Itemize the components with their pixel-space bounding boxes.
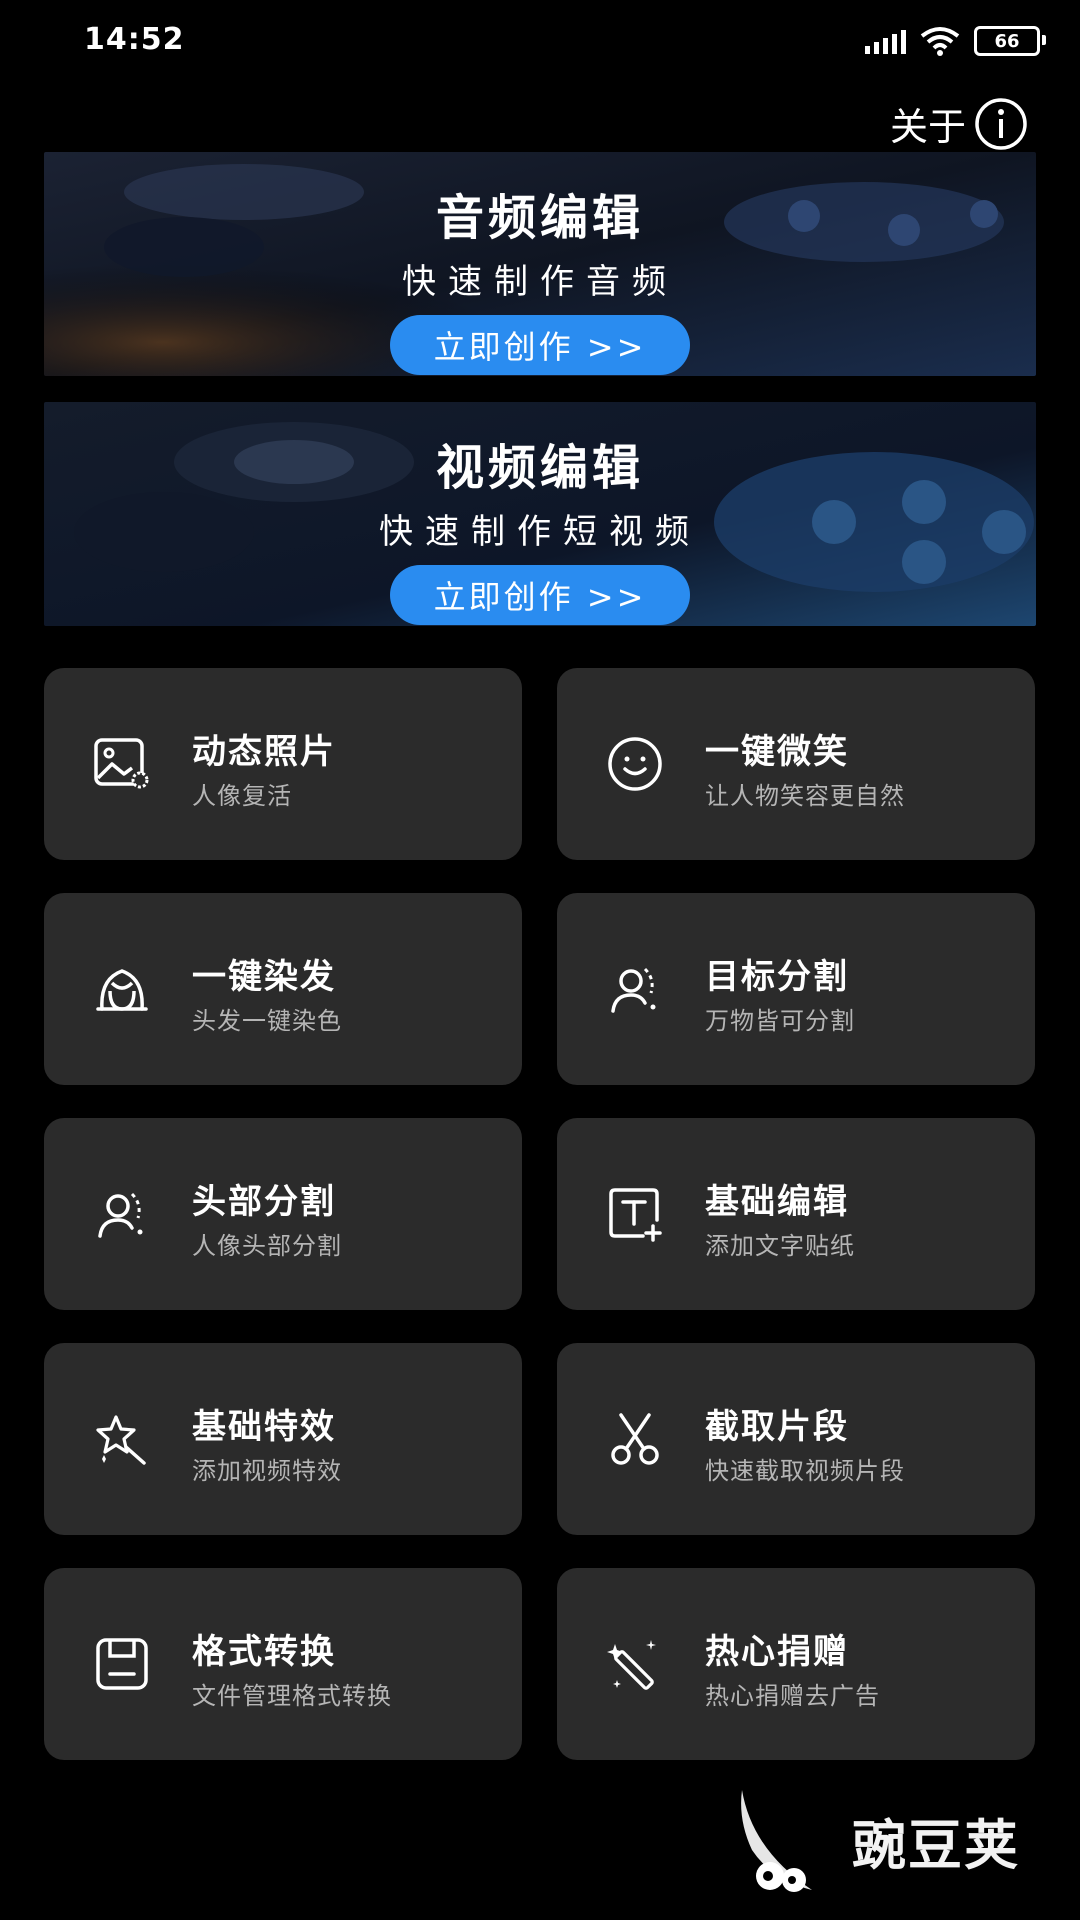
banner-subtitle: 快速制作短视频 — [379, 512, 701, 552]
feature-card-head-segment[interactable]: 头部分割 人像头部分割 — [44, 1118, 522, 1310]
banner-subtitle: 快速制作音频 — [402, 262, 678, 302]
feature-card-object-segment[interactable]: 目标分割 万物皆可分割 — [557, 893, 1035, 1085]
hair-icon — [96, 969, 148, 1011]
battery-icon: 66 — [974, 26, 1046, 56]
info-icon — [975, 97, 1027, 150]
feature-title: 一键微笑 — [705, 732, 849, 772]
battery-level: 66 — [994, 30, 1020, 52]
feature-subtitle: 人像头部分割 — [192, 1232, 342, 1260]
feature-card-hair-dye[interactable]: 一键染发 头发一键染色 — [44, 893, 522, 1085]
feature-title: 热心捐赠 — [705, 1632, 849, 1672]
smile-icon — [608, 737, 662, 791]
audio-edit-banner[interactable]: 音频编辑 快速制作音频 立即创作 >> — [44, 152, 1036, 376]
feature-title: 格式转换 — [192, 1632, 336, 1672]
about-label: 关于 — [889, 105, 966, 149]
about-button[interactable]: 关于 — [890, 96, 1028, 151]
feature-title: 头部分割 — [192, 1182, 336, 1222]
pea-pod-logo-icon — [741, 1790, 812, 1892]
person-segment-icon — [611, 967, 656, 1013]
feature-subtitle: 让人物笑容更自然 — [705, 782, 905, 810]
magic-wand-icon — [607, 1640, 656, 1690]
banner-title: 音频编辑 — [435, 190, 644, 246]
feature-card-clip[interactable]: 截取片段 快速截取视频片段 — [557, 1343, 1035, 1535]
feature-subtitle: 添加视频特效 — [192, 1457, 342, 1485]
feature-card-format-convert[interactable]: 格式转换 文件管理格式转换 — [44, 1568, 522, 1760]
magic-star-icon — [96, 1415, 146, 1465]
feature-card-smile[interactable]: 一键微笑 让人物笑容更自然 — [557, 668, 1035, 860]
feature-subtitle: 人像复活 — [192, 782, 292, 810]
feature-title: 基础特效 — [192, 1407, 336, 1447]
photo-icon — [94, 738, 149, 789]
video-edit-banner[interactable]: 视频编辑 快速制作短视频 立即创作 >> — [44, 402, 1036, 626]
feature-card-basic-effects[interactable]: 基础特效 添加视频特效 — [44, 1343, 522, 1535]
feature-card-basic-edit[interactable]: 基础编辑 添加文字贴纸 — [557, 1118, 1035, 1310]
feature-title: 基础编辑 — [705, 1182, 849, 1222]
banner-title: 视频编辑 — [435, 440, 644, 496]
feature-subtitle: 文件管理格式转换 — [192, 1682, 392, 1710]
text-add-icon — [609, 1188, 662, 1242]
feature-subtitle: 热心捐赠去广告 — [705, 1682, 880, 1710]
feature-subtitle: 添加文字贴纸 — [705, 1232, 855, 1260]
signal-icon — [865, 28, 906, 54]
feature-title: 动态照片 — [192, 732, 336, 772]
feature-card-dynamic-photo[interactable]: 动态照片 人像复活 — [44, 668, 522, 860]
status-time: 14:52 — [84, 22, 185, 57]
wifi-icon — [920, 27, 960, 56]
status-bar: 14:52 66 — [0, 0, 1080, 90]
create-now-button[interactable]: 立即创作 >> — [390, 315, 690, 375]
watermark-text: 豌豆荚 — [852, 1813, 1020, 1877]
status-icons: 66 — [865, 26, 1046, 56]
save-icon — [96, 1638, 148, 1690]
feature-subtitle: 快速截取视频片段 — [705, 1457, 905, 1485]
feature-subtitle: 头发一键染色 — [192, 1007, 342, 1035]
feature-subtitle: 万物皆可分割 — [705, 1007, 855, 1035]
feature-card-donate[interactable]: 热心捐赠 热心捐赠去广告 — [557, 1568, 1035, 1760]
feature-title: 一键染发 — [192, 957, 336, 997]
feature-title: 截取片段 — [705, 1407, 849, 1447]
head-segment-icon — [98, 1192, 143, 1238]
feature-title: 目标分割 — [705, 957, 849, 997]
create-now-button[interactable]: 立即创作 >> — [390, 565, 690, 625]
scissors-icon — [611, 1413, 659, 1465]
watermark: 豌豆荚 — [732, 1770, 1052, 1910]
